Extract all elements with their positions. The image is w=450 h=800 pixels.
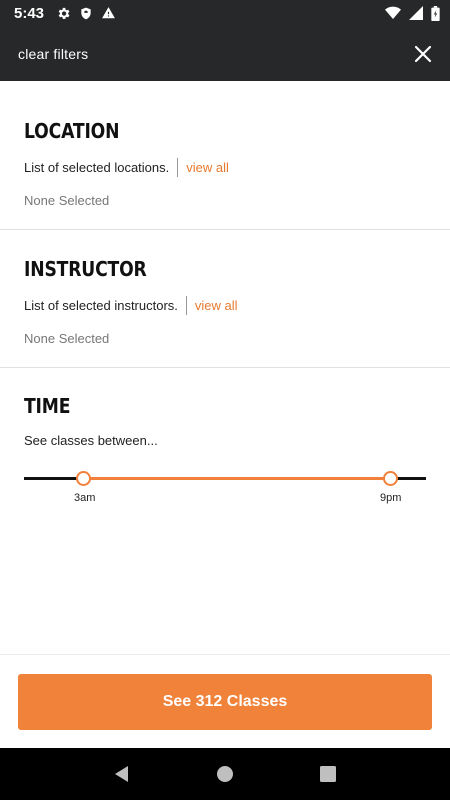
footer: See 312 Classes	[0, 654, 450, 749]
wifi-icon	[385, 6, 401, 20]
filter-header: clear filters	[0, 26, 450, 81]
instructor-selected-value: None Selected	[24, 331, 110, 346]
recents-icon[interactable]	[316, 762, 340, 786]
location-description-row: List of selected locations. view all	[24, 157, 426, 177]
location-title: LOCATION	[24, 119, 120, 143]
close-icon[interactable]	[412, 43, 434, 65]
gear-icon	[56, 6, 71, 21]
time-range-slider[interactable]: 3am 9pm	[24, 468, 426, 508]
location-description: List of selected locations.	[24, 159, 170, 175]
battery-icon	[431, 5, 440, 21]
status-time: 5:43	[14, 4, 45, 22]
status-left: 5:43	[14, 5, 116, 22]
location-section: LOCATION List of selected locations. vie…	[0, 81, 450, 230]
slider-start-handle[interactable]	[76, 471, 91, 486]
status-bar: 5:43	[0, 0, 450, 26]
slider-selected-range	[84, 477, 391, 480]
home-icon[interactable]	[213, 762, 237, 786]
time-description-row: See classes between...	[24, 430, 426, 450]
see-classes-button[interactable]: See 312 Classes	[18, 674, 432, 730]
instructor-section: INSTRUCTOR List of selected instructors.…	[0, 230, 450, 368]
divider	[177, 157, 179, 177]
instructor-description: List of selected instructors.	[24, 297, 178, 313]
status-right	[385, 5, 440, 21]
instructor-title: INSTRUCTOR	[24, 257, 147, 281]
slider-end-handle[interactable]	[383, 471, 398, 486]
location-view-all-link[interactable]: view all	[186, 160, 229, 175]
signal-icon	[409, 6, 423, 20]
time-title: TIME	[24, 394, 71, 418]
time-section: TIME See classes between...	[0, 368, 450, 654]
warning-icon	[101, 6, 116, 20]
navigation-bar	[0, 748, 450, 800]
slider-start-label: 3am	[74, 492, 96, 504]
instructor-view-all-link[interactable]: view all	[195, 298, 238, 313]
shield-icon	[79, 6, 93, 21]
location-selected-value: None Selected	[24, 193, 110, 208]
clear-filters-button[interactable]: clear filters	[18, 46, 88, 62]
instructor-description-row: List of selected instructors. view all	[24, 295, 426, 315]
time-description: See classes between...	[24, 432, 158, 448]
slider-end-label: 9pm	[380, 492, 402, 504]
divider	[185, 295, 187, 315]
back-icon[interactable]	[110, 762, 134, 786]
